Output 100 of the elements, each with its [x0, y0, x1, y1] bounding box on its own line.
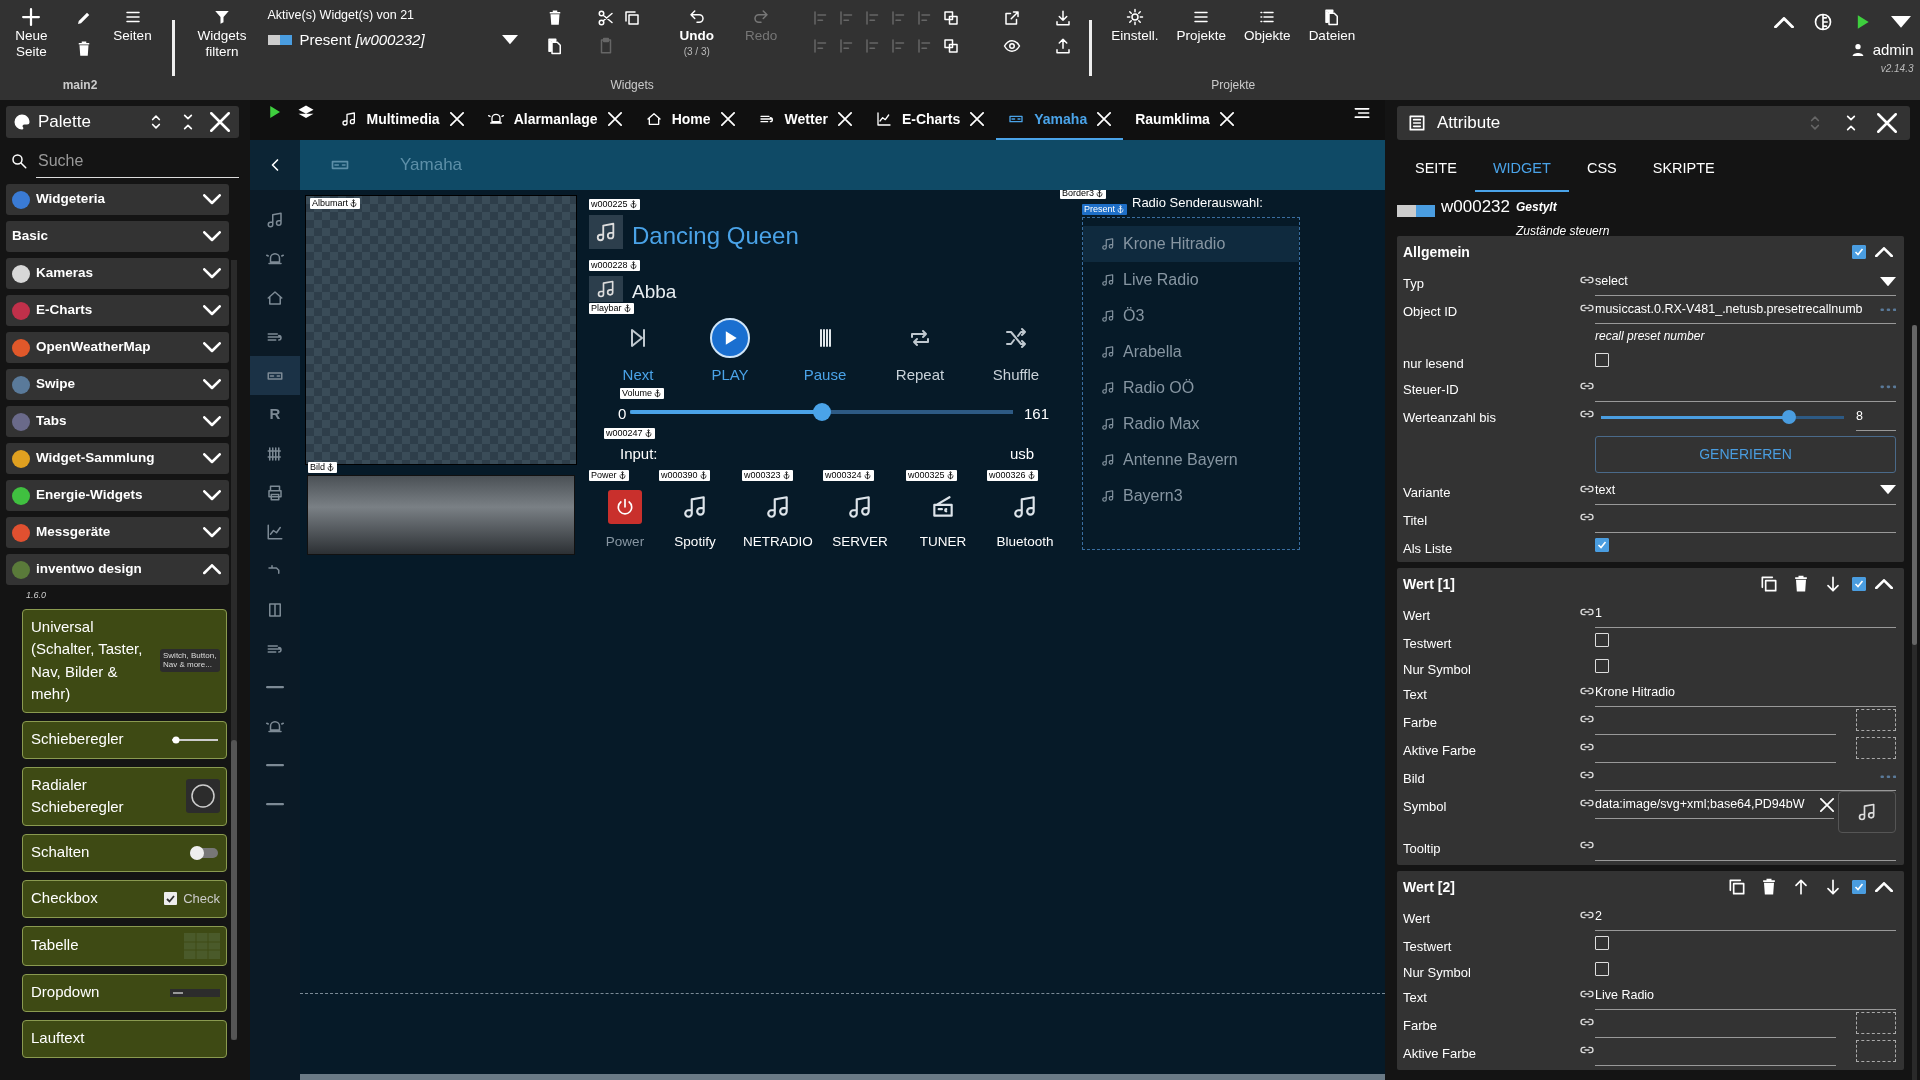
widget-tag[interactable]: Bild [308, 462, 337, 473]
close-icon[interactable] [1097, 112, 1112, 126]
category-header[interactable]: OpenWeatherMap [6, 332, 229, 363]
palette-widget[interactable]: Schieberegler [22, 720, 227, 759]
slider-thumb[interactable] [812, 403, 831, 421]
widget-select[interactable]: Present [w000232] [267, 24, 518, 56]
view-tab[interactable]: Multimedia [328, 100, 476, 140]
new-page-button[interactable]: Neue Seite [1, 6, 62, 62]
list-item[interactable]: Live Radio [1083, 262, 1299, 298]
toolbar-button[interactable]: Dateien [1301, 6, 1363, 46]
palette-widget[interactable]: Checkbox Check [22, 879, 227, 918]
close-icon[interactable] [837, 112, 852, 126]
input-field[interactable]: data:image/svg+xml;base64,PD94bW [1595, 791, 1834, 819]
widget-tag[interactable]: w000390 [659, 470, 710, 481]
widget-tag[interactable]: Power [589, 470, 629, 481]
palette-widget[interactable]: Dropdown [22, 973, 227, 1012]
color-swatch[interactable] [1856, 737, 1896, 759]
more-icon[interactable] [1880, 307, 1896, 312]
tab[interactable]: CSS [1568, 148, 1635, 192]
palette-widget[interactable]: Schalten [22, 833, 227, 872]
close-icon[interactable] [449, 112, 464, 126]
scrollbar[interactable] [300, 1074, 1385, 1080]
checkbox[interactable] [1852, 245, 1866, 259]
source-button[interactable]: TUNER [903, 490, 983, 553]
list-item[interactable]: Krone Hitradio [1083, 226, 1299, 262]
category-header[interactable]: Swipe [6, 369, 229, 400]
input-field[interactable]: 2 [1595, 903, 1896, 931]
category-header[interactable]: Widgeteria [6, 184, 229, 215]
widget-tag[interactable]: Playbar [589, 303, 634, 314]
close-button[interactable] [207, 109, 233, 135]
widget-tag[interactable]: w000225 [589, 199, 640, 210]
next-button[interactable]: Next [593, 318, 683, 387]
source-button[interactable]: Bluetooth [985, 490, 1065, 553]
pages-button[interactable]: Seiten [106, 6, 159, 46]
widget-tag[interactable]: Albumart [310, 198, 360, 209]
category-header[interactable]: E-Charts [6, 295, 229, 326]
source-button[interactable]: NETRADIO [738, 490, 818, 553]
close-icon[interactable] [970, 112, 985, 126]
more-icon[interactable] [1880, 385, 1896, 389]
checkbox[interactable] [1852, 577, 1866, 591]
input-field[interactable]: musiccast.0.RX-V481_.netusb.presetrecallnumb [1595, 296, 1896, 324]
number-field[interactable]: 8 [1856, 402, 1896, 431]
list-item[interactable]: Radio OÖ [1083, 370, 1299, 406]
category-header[interactable]: Widget-Sammlung [6, 443, 229, 474]
close-icon[interactable] [607, 112, 622, 126]
category-header[interactable]: Messgeräte [6, 517, 229, 548]
category-header[interactable]: inventwo design [6, 554, 229, 585]
widget-tag[interactable]: Present [1082, 204, 1128, 215]
input-field[interactable]: Krone Hitradio [1595, 679, 1896, 707]
widget-tag[interactable]: w000323 [742, 470, 793, 481]
widget-tag[interactable]: w000228 [589, 260, 640, 271]
view-tab[interactable]: Wetter [746, 100, 864, 140]
list-item[interactable]: Antenne Bayern [1083, 442, 1299, 478]
palette-widget[interactable]: Universal (Schalter, Taster, Nav, Bilder & mehr) Switch, Button, Nav & more... [22, 608, 227, 713]
undo-button[interactable]: Undo (3 / 3) [672, 6, 721, 59]
widget-tag[interactable]: w000326 [987, 470, 1038, 481]
checkbox[interactable] [1595, 537, 1609, 552]
select-field[interactable]: select [1595, 268, 1896, 296]
palette-widget[interactable]: Lauftext [22, 1019, 227, 1058]
checkbox[interactable] [1852, 880, 1866, 894]
nav-item[interactable] [250, 356, 300, 395]
list-item[interactable]: Radio Max [1083, 406, 1299, 442]
category-header[interactable]: Tabs [6, 406, 229, 437]
widget-tag[interactable]: w000247 [604, 428, 655, 439]
pause-button[interactable]: Pause [780, 318, 870, 387]
list-item[interactable]: Bayern3 [1083, 478, 1299, 514]
icon-preview[interactable] [1838, 791, 1896, 833]
color-swatch[interactable] [1856, 709, 1896, 731]
tab[interactable]: WIDGET [1474, 148, 1569, 192]
source-button[interactable]: SERVER [820, 490, 900, 553]
select-list[interactable]: Krone Hitradio Live Radio Ö3 Arabella Radio OÖ Radio Max Antenne Bayern Bayern3 [1082, 217, 1300, 550]
color-swatch[interactable] [1856, 1012, 1896, 1034]
more-icon[interactable] [1880, 774, 1896, 779]
generate-button[interactable]: GENERIEREN [1595, 435, 1896, 473]
nav-item[interactable]: R [250, 395, 300, 434]
slider-thumb[interactable] [1781, 409, 1796, 424]
widget-tag[interactable]: Volume [620, 388, 665, 399]
view-tab[interactable]: Raumklima [1123, 100, 1246, 140]
list-item[interactable]: Arabella [1083, 334, 1299, 370]
toolbar-button[interactable]: Objekte [1237, 6, 1298, 46]
input-field[interactable]: Live Radio [1595, 982, 1896, 1010]
widget-tag[interactable]: Border3 [1060, 190, 1107, 199]
tab[interactable]: SEITE [1397, 148, 1475, 192]
category-header[interactable]: Kameras [6, 258, 229, 289]
view-tab[interactable]: Alarmanlage [475, 100, 634, 140]
input-field[interactable]: 1 [1595, 600, 1896, 628]
palette-widget[interactable]: Radialer Schieberegler [22, 766, 227, 826]
close-icon[interactable] [1820, 797, 1834, 812]
view-tab[interactable]: E-Charts [863, 100, 997, 140]
view-tab[interactable]: Home [633, 100, 747, 140]
select-field[interactable]: text [1595, 476, 1896, 505]
list-item[interactable]: Ö3 [1083, 298, 1299, 334]
widget-tag[interactable]: w000325 [906, 470, 957, 481]
category-header[interactable]: Energie-Widgets [6, 480, 229, 511]
toolbar-button[interactable]: Projekte [1169, 6, 1234, 46]
scrollbar[interactable] [1912, 325, 1917, 1080]
search-field[interactable]: Suche [36, 144, 239, 178]
shuffle-button[interactable]: Shuffle [971, 318, 1061, 387]
play-button[interactable]: PLAY [685, 318, 775, 387]
scrollbar[interactable] [231, 260, 237, 1040]
